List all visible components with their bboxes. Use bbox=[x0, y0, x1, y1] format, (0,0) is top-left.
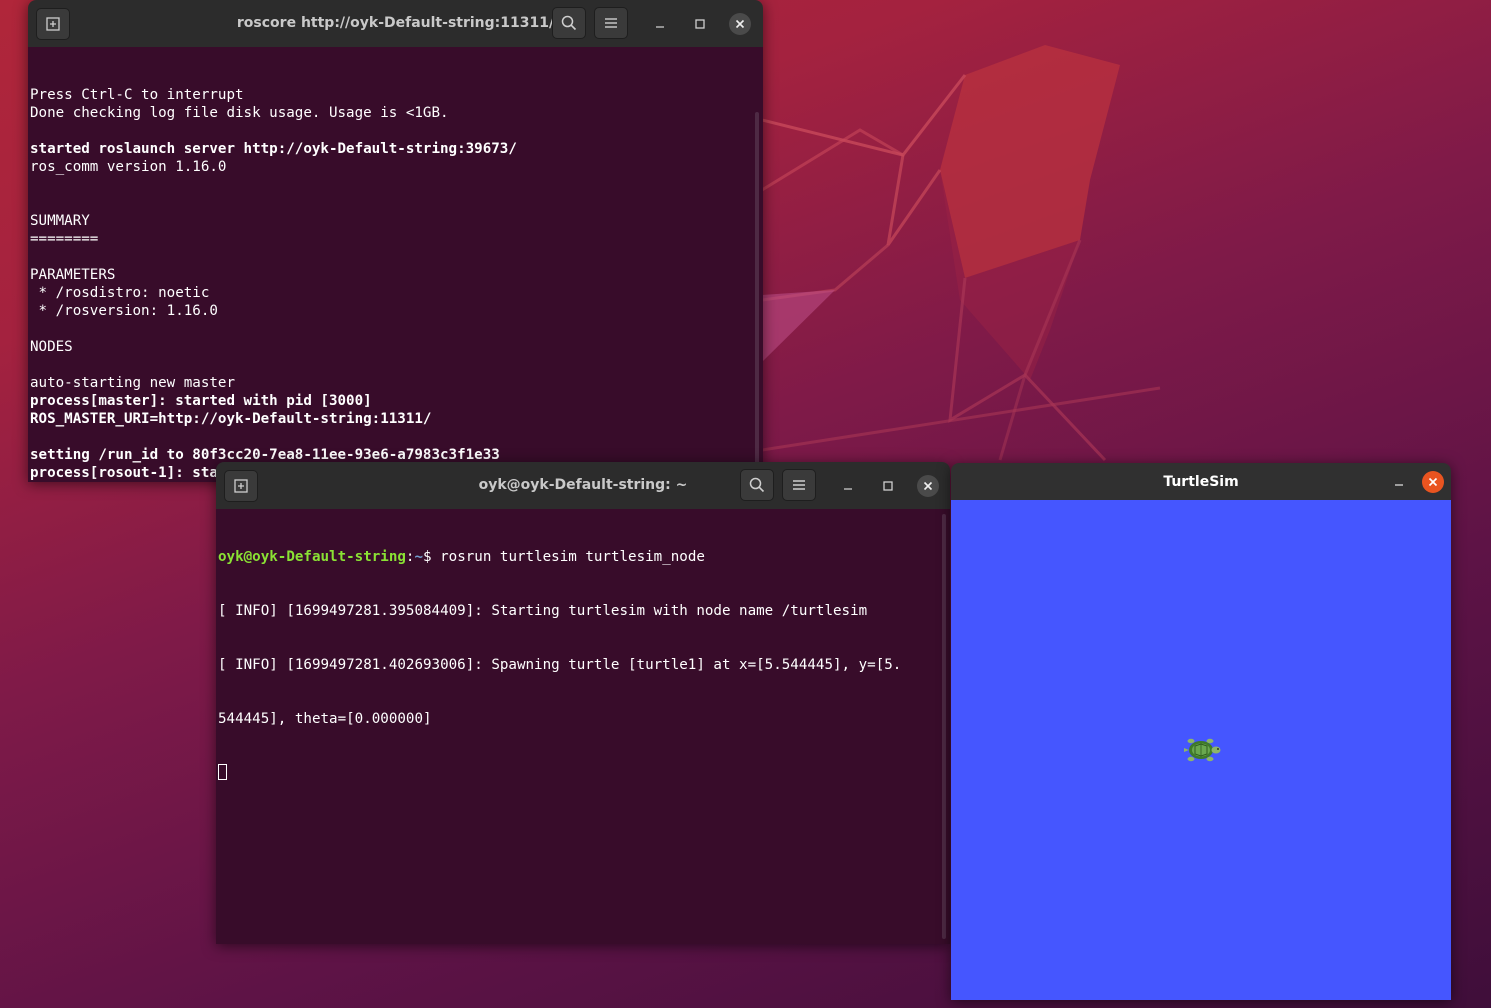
cursor-line bbox=[216, 764, 950, 782]
close-icon bbox=[923, 481, 933, 491]
turtle-icon bbox=[1184, 738, 1221, 762]
output-line: auto-starting new master bbox=[30, 375, 235, 391]
output-line: Press Ctrl-C to interrupt bbox=[30, 87, 244, 103]
minimize-button[interactable] bbox=[649, 13, 671, 35]
minimize-button[interactable] bbox=[837, 475, 859, 497]
prompt-line: oyk@oyk-Default-string:~$ rosrun turtles… bbox=[216, 548, 950, 566]
search-icon bbox=[749, 477, 765, 493]
desktop: roscore http://oyk-Default-string:11311/ bbox=[0, 0, 1491, 1008]
output-line: [ INFO] [1699497281.395084409]: Starting… bbox=[218, 603, 868, 619]
menu-button[interactable] bbox=[782, 469, 816, 501]
prompt-user: oyk@oyk-Default-string bbox=[218, 549, 406, 565]
maximize-icon bbox=[695, 19, 705, 29]
output-line: Done checking log file disk usage. Usage… bbox=[30, 105, 449, 121]
prompt-path: ~ bbox=[414, 549, 424, 565]
prompt-symbol: $ bbox=[423, 549, 441, 565]
output-line: PARAMETERS bbox=[30, 267, 116, 283]
menu-button[interactable] bbox=[594, 7, 628, 39]
roscore-titlebar[interactable]: roscore http://oyk-Default-string:11311/ bbox=[28, 0, 763, 47]
search-button[interactable] bbox=[740, 469, 774, 501]
search-icon bbox=[561, 15, 577, 31]
hamburger-menu-icon bbox=[605, 18, 617, 28]
maximize-icon bbox=[883, 481, 893, 491]
output-line: 544445], theta=[0.000000] bbox=[218, 711, 432, 727]
output-line: [ INFO] [1699497281.402693006]: Spawning… bbox=[218, 657, 902, 673]
shell-terminal-window[interactable]: oyk@oyk-Default-string: ~ oyk@oyk-Defaul… bbox=[216, 462, 950, 944]
maximize-button[interactable] bbox=[877, 475, 899, 497]
close-button[interactable] bbox=[729, 13, 751, 35]
close-button[interactable] bbox=[917, 475, 939, 497]
output-line: ROS_MASTER_URI=http://oyk-Default-string… bbox=[30, 411, 432, 427]
turtlesim-canvas[interactable] bbox=[951, 500, 1451, 1000]
close-icon bbox=[735, 19, 745, 29]
close-button[interactable] bbox=[1422, 471, 1444, 493]
output-line: process[master]: started with pid [3000] bbox=[30, 393, 372, 409]
maximize-button[interactable] bbox=[689, 13, 711, 35]
window-title: TurtleSim bbox=[1163, 474, 1239, 490]
minimize-icon bbox=[1395, 484, 1403, 486]
output-line: ros_comm version 1.16.0 bbox=[30, 159, 227, 175]
minimize-button[interactable] bbox=[1388, 471, 1410, 493]
output-line: ======== bbox=[30, 231, 99, 247]
roscore-terminal-window[interactable]: roscore http://oyk-Default-string:11311/ bbox=[28, 0, 763, 482]
output-line: started roslaunch server http://oyk-Defa… bbox=[30, 141, 517, 157]
shell-titlebar[interactable]: oyk@oyk-Default-string: ~ bbox=[216, 462, 950, 509]
output-line: NODES bbox=[30, 339, 73, 355]
terminal-cursor bbox=[218, 764, 227, 780]
minimize-icon bbox=[656, 26, 664, 28]
hamburger-menu-icon bbox=[793, 480, 805, 490]
scrollbar[interactable] bbox=[755, 112, 759, 482]
roscore-terminal-output[interactable]: Press Ctrl-C to interrupt Done checking l… bbox=[28, 47, 763, 482]
output-line: * /rosversion: 1.16.0 bbox=[30, 303, 218, 319]
output-line: * /rosdistro: noetic bbox=[30, 285, 210, 301]
turtlesim-titlebar[interactable]: TurtleSim bbox=[951, 463, 1451, 500]
output-line: SUMMARY bbox=[30, 213, 90, 229]
shell-terminal-output[interactable]: oyk@oyk-Default-string:~$ rosrun turtles… bbox=[216, 509, 950, 944]
command-text: rosrun turtlesim turtlesim_node bbox=[440, 549, 705, 565]
search-button[interactable] bbox=[552, 7, 586, 39]
close-icon bbox=[1428, 477, 1438, 487]
turtlesim-window[interactable]: TurtleSim bbox=[951, 463, 1451, 1000]
minimize-icon bbox=[844, 488, 852, 490]
scrollbar[interactable] bbox=[942, 514, 946, 939]
